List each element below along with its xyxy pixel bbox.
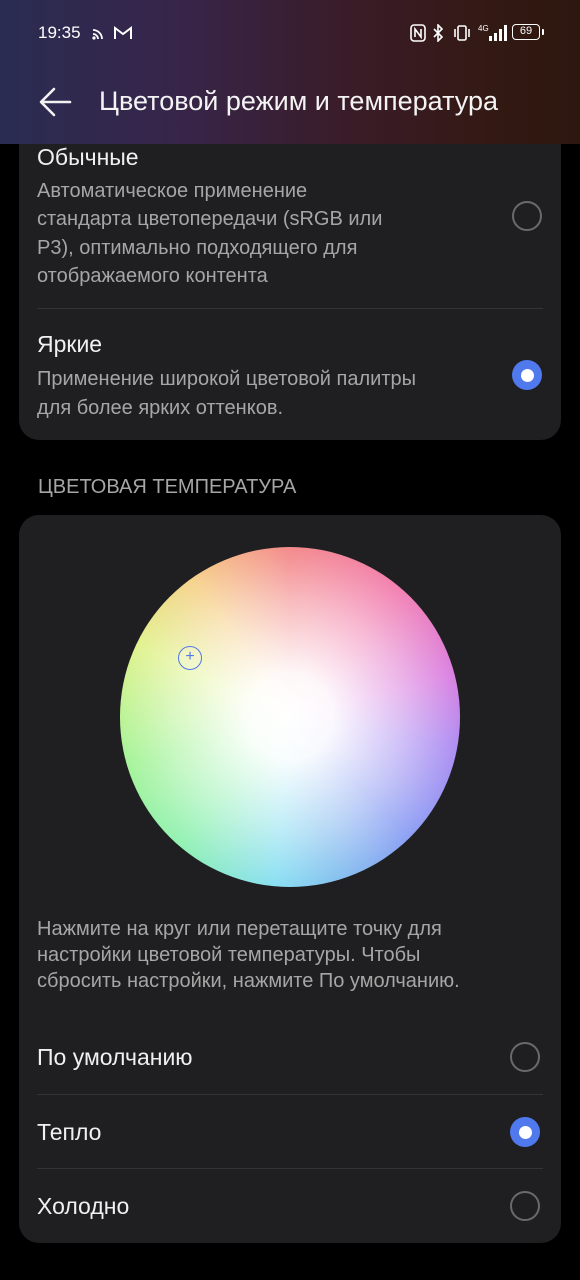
- status-bar: 19:35 4G 69: [0, 0, 580, 66]
- option-label: По умолчанию: [37, 1044, 193, 1070]
- signal-icon: [489, 25, 507, 41]
- radio-vivid[interactable]: [512, 360, 542, 390]
- option-description-line: стандарта цветопередачи (sRGB или: [37, 208, 383, 230]
- gmail-icon: [114, 26, 132, 39]
- divider: [37, 1094, 543, 1095]
- bluetooth-icon: [433, 24, 444, 42]
- divider: [37, 1168, 543, 1169]
- cast-icon: [92, 29, 103, 40]
- option-description-line: P3), оптимально подходящего для: [37, 237, 358, 259]
- radio-cold[interactable]: [510, 1191, 540, 1221]
- vibrate-icon: [454, 25, 470, 41]
- option-description-line: Автоматическое применение: [37, 180, 308, 202]
- hint-line: настройки цветовой температуры. Чтобы: [37, 944, 421, 966]
- option-title: Обычные: [37, 144, 139, 170]
- option-description-line: Применение широкой цветовой палитры: [37, 368, 416, 390]
- color-wheel[interactable]: +: [120, 547, 460, 887]
- color-temperature-card: + Нажмите на круг или перетащите точку д…: [19, 515, 561, 1243]
- hint-line: Нажмите на круг или перетащите точку для: [37, 918, 442, 940]
- divider: [37, 308, 543, 309]
- option-description-line: отображаемого контента: [37, 265, 268, 287]
- option-label: Холодно: [37, 1193, 130, 1219]
- nfc-icon: [410, 24, 426, 42]
- hint-line: сбросить настройки, нажмите По умолчанию…: [37, 970, 460, 992]
- status-time: 19:35: [38, 23, 81, 42]
- battery-indicator: 69: [512, 24, 544, 40]
- arrow-left-icon[interactable]: [36, 82, 76, 122]
- option-description-line: для более ярких оттенков.: [37, 397, 283, 419]
- page-title: Цветовой режим и температура: [99, 86, 498, 116]
- color-picker-handle[interactable]: +: [178, 646, 202, 670]
- section-label-color-temperature: ЦВЕТОВАЯ ТЕМПЕРАТУРА: [38, 476, 297, 498]
- color-wheel-center: [120, 547, 460, 887]
- option-label: Тепло: [37, 1119, 102, 1145]
- battery-level: 69: [519, 25, 533, 37]
- radio-default[interactable]: [510, 1042, 540, 1072]
- radio-normal[interactable]: [512, 201, 542, 231]
- color-mode-card: Обычные Автоматическое применение станда…: [19, 144, 561, 440]
- radio-warm[interactable]: [510, 1117, 540, 1147]
- option-title: Яркие: [37, 331, 103, 357]
